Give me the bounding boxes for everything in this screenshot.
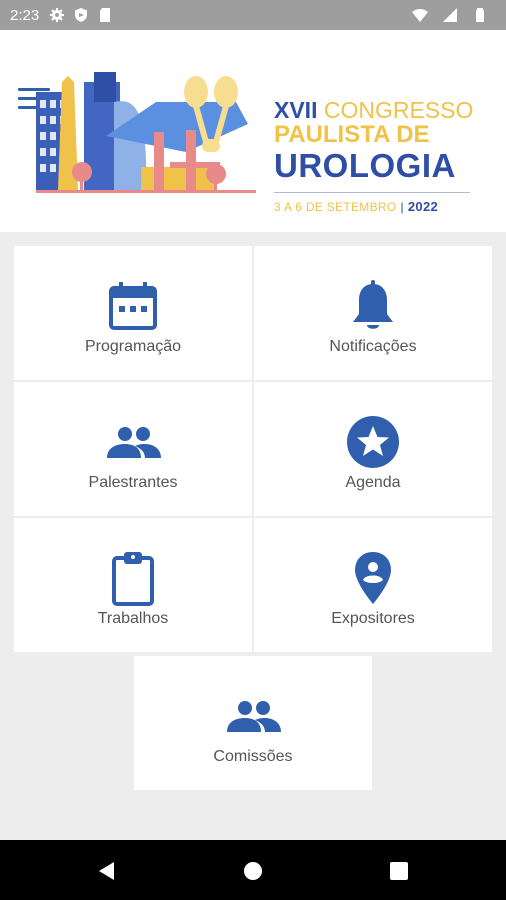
logo-separator: |: [400, 200, 404, 214]
clipboard-icon: [112, 552, 154, 606]
logo-congresso: CONGRESSO: [317, 97, 474, 123]
signal-icon: [443, 8, 457, 22]
menu-item-comissoes[interactable]: Comissões: [134, 656, 372, 790]
logo-divider: [274, 192, 470, 193]
menu-item-notificacoes[interactable]: Notificações: [254, 246, 492, 380]
menu-item-palestrantes[interactable]: Palestrantes: [14, 382, 252, 516]
logo-edition: XVII: [274, 97, 318, 123]
status-right-icons: [412, 7, 496, 23]
menu-item-label: Expositores: [331, 610, 415, 627]
menu-item-expositores[interactable]: Expositores: [254, 518, 492, 652]
android-nav-bar: [0, 840, 506, 900]
logo-paulista: PAULISTA DE: [274, 121, 430, 148]
app-header: XVII CONGRESSO PAULISTA DE UROLOGIA 3 A …: [0, 30, 506, 232]
status-bar: 2:23: [0, 0, 506, 30]
menu-item-label: Notificações: [329, 338, 417, 355]
people-icon: [227, 701, 281, 732]
sd-card-icon: [100, 8, 111, 22]
menu-item-label: Agenda: [345, 474, 401, 491]
menu-item-label: Palestrantes: [88, 474, 178, 491]
map-pin-icon: [355, 552, 391, 604]
menu-item-label: Comissões: [213, 748, 293, 765]
recents-icon[interactable]: [388, 860, 410, 882]
battery-icon: [476, 8, 484, 22]
menu-item-trabalhos[interactable]: Trabalhos: [14, 518, 252, 652]
shield-icon: [75, 8, 88, 22]
wifi-icon: [412, 9, 428, 22]
bell-icon: [353, 280, 393, 329]
logo-urologia: UROLOGIA: [274, 147, 456, 184]
people-icon: [107, 427, 161, 458]
menu-item-programacao[interactable]: Programação: [14, 246, 252, 380]
congress-logo-text: XVII CONGRESSO PAULISTA DE UROLOGIA 3 A …: [274, 98, 474, 214]
home-icon[interactable]: [242, 860, 264, 882]
calendar-icon: [109, 282, 157, 330]
congress-banner-illustration: [36, 72, 256, 193]
back-icon[interactable]: [96, 860, 118, 882]
status-time: 2:23: [10, 6, 40, 24]
logo-dates: 3 A 6 DE SETEMBRO: [274, 200, 397, 214]
menu-item-label: Trabalhos: [97, 610, 169, 627]
menu-item-agenda[interactable]: Agenda: [254, 382, 492, 516]
gear-icon: [50, 8, 65, 22]
logo-year: 2022: [407, 199, 439, 214]
menu-item-label: Programação: [84, 338, 182, 355]
star-circle-icon: [347, 416, 399, 468]
